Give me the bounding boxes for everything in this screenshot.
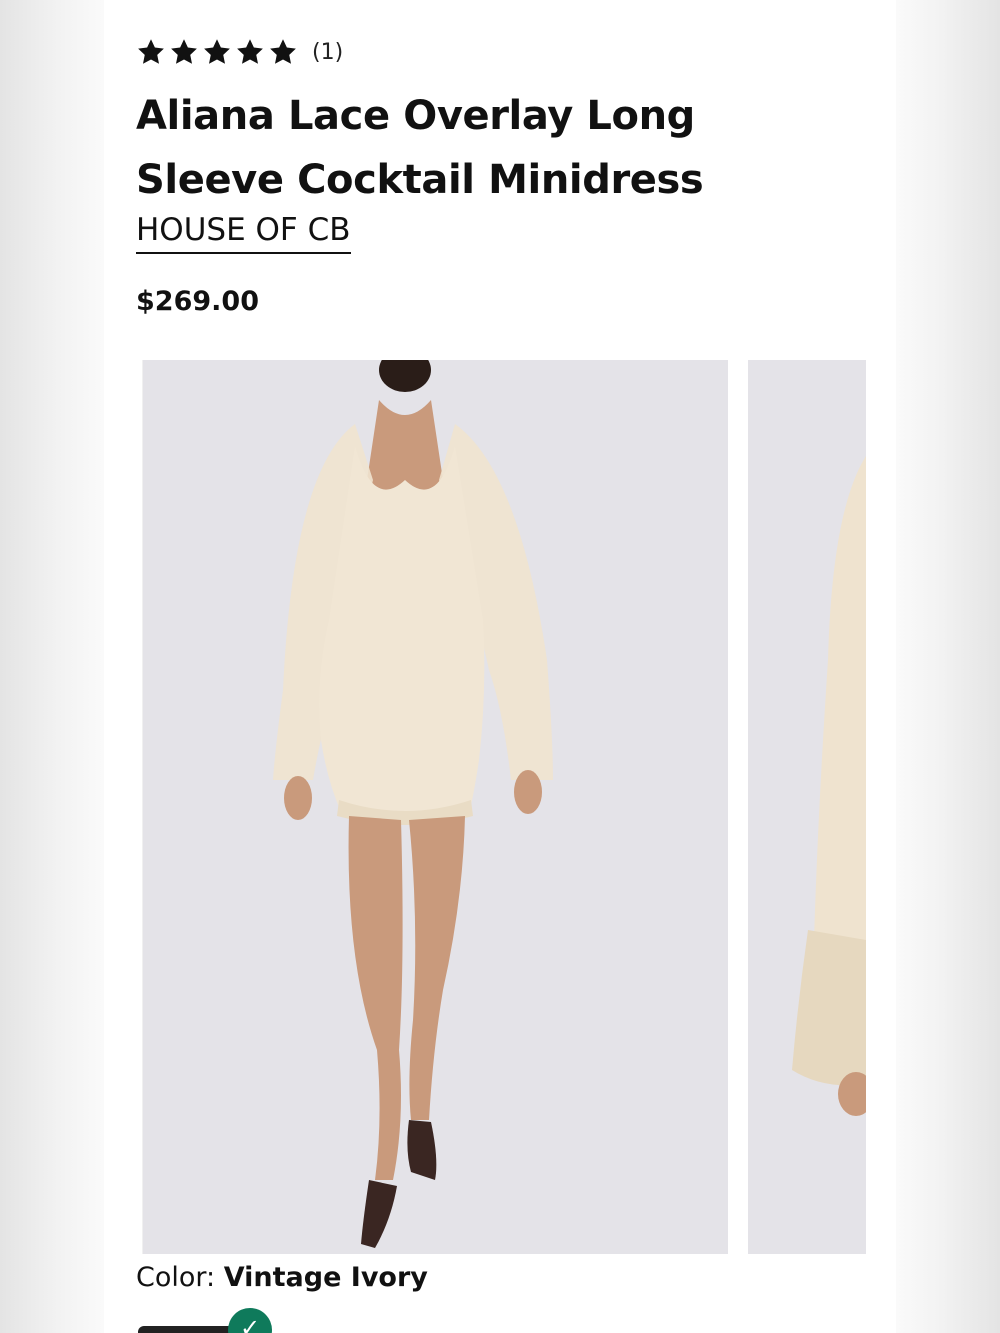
color-selection: Color: Vintage Ivory (136, 1262, 428, 1293)
product-price: $269.00 (136, 286, 259, 317)
sleeve-detail-photo (748, 360, 866, 1254)
star-icon (235, 37, 265, 67)
review-count[interactable]: (1) (312, 40, 343, 65)
color-label: Color: (136, 1262, 216, 1293)
dress-front-photo (143, 360, 728, 1254)
star-icon (268, 37, 298, 67)
gallery-image-sleeve-detail[interactable] (748, 360, 866, 1254)
star-icon (136, 37, 166, 67)
selected-check-icon: ✓ (228, 1308, 272, 1333)
image-gallery[interactable] (136, 356, 896, 1256)
brand-link[interactable]: HOUSE OF CB (136, 210, 351, 254)
product-panel: (1) Aliana Lace Overlay Long Sleeve Cock… (104, 0, 896, 1333)
left-backdrop (0, 0, 104, 1333)
color-value: Vintage Ivory (223, 1262, 428, 1293)
product-title: Aliana Lace Overlay Long Sleeve Cocktail… (136, 93, 704, 203)
color-swatch[interactable] (138, 1326, 234, 1333)
rating-row[interactable]: (1) (136, 32, 343, 72)
right-backdrop (896, 0, 1000, 1333)
rating-stars (136, 37, 298, 67)
gallery-image-front[interactable] (142, 360, 728, 1254)
star-icon (169, 37, 199, 67)
star-icon (202, 37, 232, 67)
